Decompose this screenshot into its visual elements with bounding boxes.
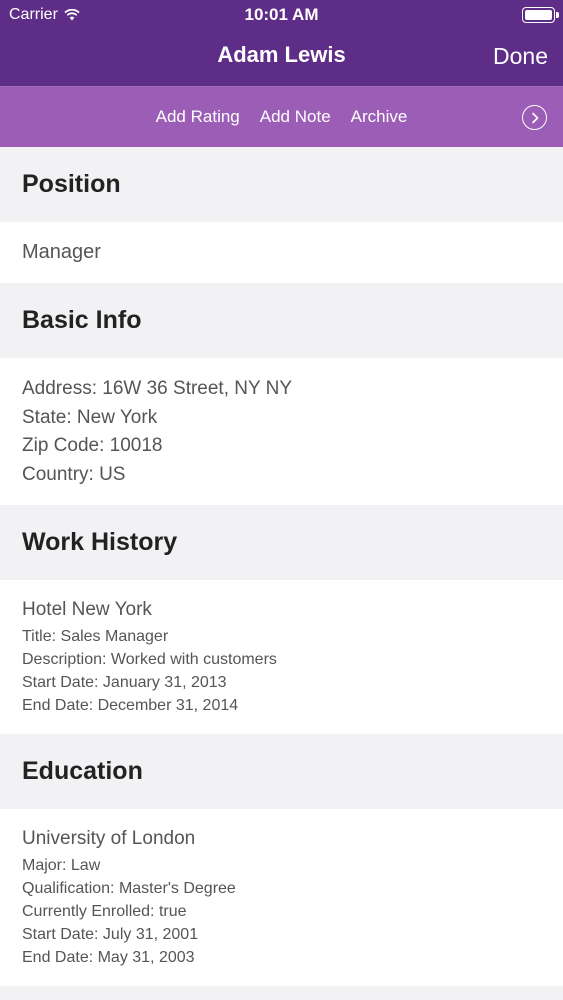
section-header-basic-info: Basic Info xyxy=(0,283,563,358)
enrollment-line: Currently Enrolled: true xyxy=(22,903,187,920)
job-end-date-line: End Date: December 31, 2014 xyxy=(22,697,239,714)
navigation-header: Carrier 10:01 AM Adam Lewis Done xyxy=(0,0,563,86)
bottom-spacer xyxy=(0,986,563,1000)
state-line: State: New York xyxy=(22,406,158,428)
basic-info-body: Address: 16W 36 Street, NY NY State: New… xyxy=(0,358,563,505)
job-description-line: Description: Worked with customers xyxy=(22,651,277,668)
position-value: Manager xyxy=(0,222,563,283)
add-note-button[interactable]: Add Note xyxy=(260,107,331,127)
education-entry: University of London Major: Law Qualific… xyxy=(0,809,563,986)
done-button[interactable]: Done xyxy=(493,43,548,70)
archive-button[interactable]: Archive xyxy=(351,107,408,127)
section-header-education: Education xyxy=(0,734,563,809)
job-start-date-line: Start Date: January 31, 2013 xyxy=(22,674,227,691)
country-line: Country: US xyxy=(22,463,126,485)
page-title: Adam Lewis xyxy=(217,42,346,67)
education-end-date-line: End Date: May 31, 2003 xyxy=(22,949,195,966)
battery-icon xyxy=(522,7,559,23)
qualification-line: Qualification: Master's Degree xyxy=(22,880,236,897)
work-history-entry: Hotel New York Title: Sales Manager Desc… xyxy=(0,580,563,734)
section-header-work-history: Work History xyxy=(0,505,563,580)
chevron-right-circle-icon xyxy=(531,112,538,123)
action-toolbar: Add Rating Add Note Archive xyxy=(0,86,563,147)
job-title-line: Title: Sales Manager xyxy=(22,628,169,645)
status-bar: Carrier 10:01 AM xyxy=(0,0,563,30)
section-header-position: Position xyxy=(0,147,563,222)
add-rating-button[interactable]: Add Rating xyxy=(156,107,240,127)
employer-name: Hotel New York xyxy=(22,599,152,620)
zip-code-line: Zip Code: 10018 xyxy=(22,435,163,456)
address-line: Address: 16W 36 Street, NY NY xyxy=(22,378,292,399)
status-time: 10:01 AM xyxy=(244,5,319,24)
more-actions-button[interactable] xyxy=(522,105,547,130)
education-start-date-line: Start Date: July 31, 2001 xyxy=(22,926,199,943)
school-name: University of London xyxy=(22,828,196,849)
major-line: Major: Law xyxy=(22,857,101,874)
